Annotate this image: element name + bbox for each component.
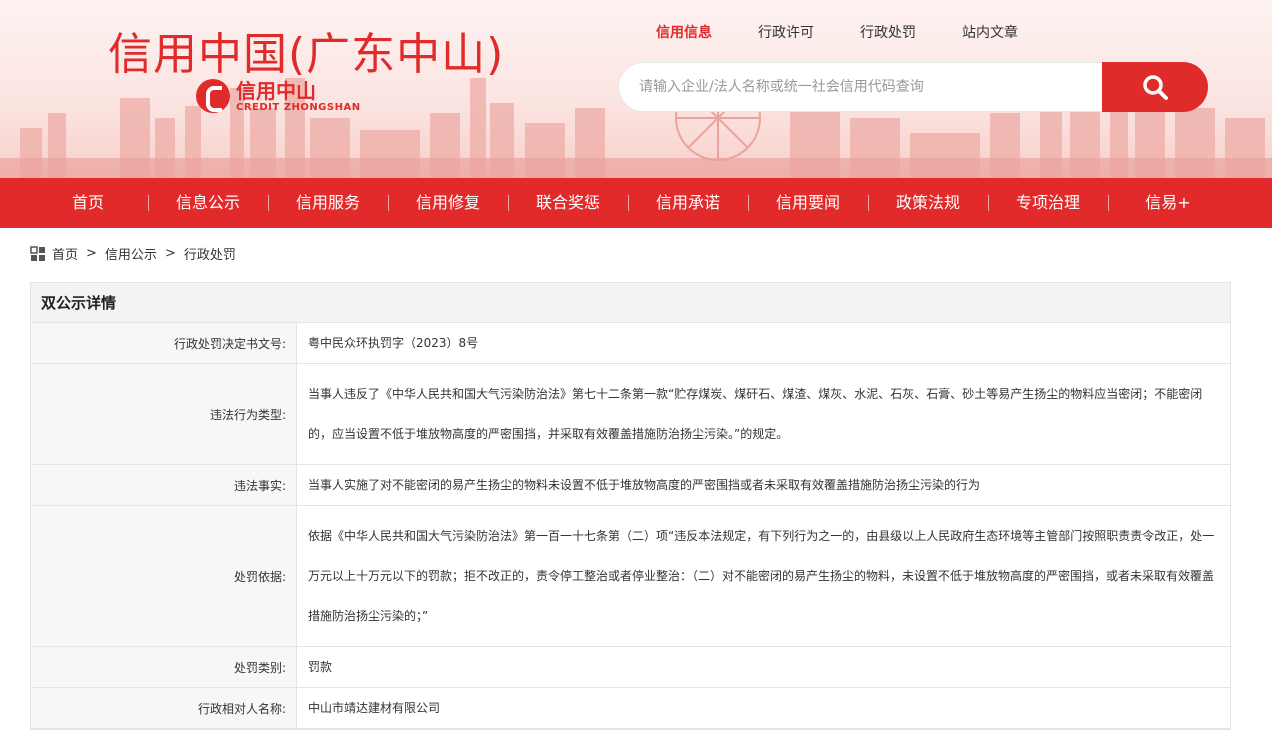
main-nav-credit-commitment[interactable]: 信用承诺 [628, 178, 748, 228]
detail-row-penalty-basis: 处罚依据: 依据《中华人民共和国大气污染防治法》第一百一十七条第（二）项“违反本… [31, 506, 1230, 647]
detail-row-penalty-category: 处罚类别: 罚款 [31, 647, 1230, 688]
breadcrumb-home[interactable]: 首页 [52, 244, 78, 263]
credit-zhongshan-logo[interactable]: 信用中山 CREDIT ZHONGSHAN [196, 76, 361, 116]
main-nav-info-disclosure[interactable]: 信息公示 [148, 178, 268, 228]
row-value: 罚款 [308, 660, 333, 674]
top-nav-admin-permit[interactable]: 行政许可 [747, 22, 825, 44]
main-nav-xinyi-plus[interactable]: 信易+ [1108, 178, 1228, 228]
row-value: 粤中民众环执罚字（2023）8号 [308, 336, 479, 350]
row-label: 违法事实: [31, 465, 297, 505]
top-nav: 信用信息 行政许可 行政处罚 站内文章 [645, 22, 1053, 44]
main-nav-joint-reward-punish[interactable]: 联合奖惩 [508, 178, 628, 228]
breadcrumb: 首页 > 信用公示 > 行政处罚 [30, 244, 236, 263]
row-value: 中山市靖达建材有限公司 [308, 701, 441, 715]
breadcrumb-separator: > [86, 246, 97, 261]
row-label: 行政相对人名称: [31, 688, 297, 728]
detail-row-decision-number: 行政处罚决定书文号: 粤中民众环执罚字（2023）8号 [31, 323, 1230, 364]
search-icon [1143, 75, 1168, 100]
detail-card: 双公示详情 行政处罚决定书文号: 粤中民众环执罚字（2023）8号 违法行为类型… [30, 282, 1231, 730]
top-nav-site-articles[interactable]: 站内文章 [951, 22, 1029, 44]
row-label: 处罚类别: [31, 647, 297, 687]
top-nav-admin-penalty[interactable]: 行政处罚 [849, 22, 927, 44]
logo-emblem-icon [196, 79, 230, 113]
main-nav-special-governance[interactable]: 专项治理 [988, 178, 1108, 228]
main-nav-policy-regulation[interactable]: 政策法规 [868, 178, 988, 228]
search-button[interactable] [1102, 62, 1208, 112]
top-nav-credit-info[interactable]: 信用信息 [645, 22, 723, 44]
row-label: 行政处罚决定书文号: [31, 323, 297, 363]
detail-row-counterparty-name: 行政相对人名称: 中山市靖达建材有限公司 [31, 688, 1230, 729]
main-nav-home[interactable]: 首页 [28, 178, 148, 228]
row-value: 当事人实施了对不能密闭的易产生扬尘的物料未设置不低于堆放物高度的严密围挡或者未采… [308, 478, 981, 492]
breadcrumb-admin-penalty: 行政处罚 [183, 248, 236, 263]
main-nav-credit-repair[interactable]: 信用修复 [388, 178, 508, 228]
search-input[interactable] [618, 62, 1102, 112]
row-label: 处罚依据: [31, 506, 297, 646]
breadcrumb-separator: > [164, 246, 176, 261]
logo-english-text: CREDIT ZHONGSHAN [236, 101, 361, 113]
row-value: 当事人违反了《中华人民共和国大气污染防治法》第七十二条第一款“贮存煤炭、煤矸石、… [308, 387, 1203, 441]
main-nav-credit-news[interactable]: 信用要闻 [748, 178, 868, 228]
site-header: 信用中国(广东中山) 信用中山 CREDIT ZHONGSHAN 信用信息 行政… [0, 0, 1272, 178]
breadcrumb-credit-disclosure[interactable]: 信用公示 [105, 244, 157, 263]
row-label: 违法行为类型: [31, 364, 297, 464]
site-title: 信用中国(广东中山) [108, 29, 505, 80]
detail-card-title: 双公示详情 [31, 283, 1230, 323]
row-value: 依据《中华人民共和国大气污染防治法》第一百一十七条第（二）项“违反本法规定，有下… [308, 529, 1215, 623]
main-nav-credit-service[interactable]: 信用服务 [268, 178, 388, 228]
detail-row-violation-facts: 违法事实: 当事人实施了对不能密闭的易产生扬尘的物料未设置不低于堆放物高度的严密… [31, 465, 1230, 506]
detail-row-violation-type: 违法行为类型: 当事人违反了《中华人民共和国大气污染防治法》第七十二条第一款“贮… [31, 364, 1230, 465]
grid-icon [30, 245, 45, 261]
main-nav: 首页 信息公示 信用服务 信用修复 联合奖惩 信用承诺 信用要闻 政策法规 专项… [0, 178, 1272, 228]
logo-chinese-text: 信用中山 [236, 78, 316, 103]
search-bar [618, 62, 1208, 112]
